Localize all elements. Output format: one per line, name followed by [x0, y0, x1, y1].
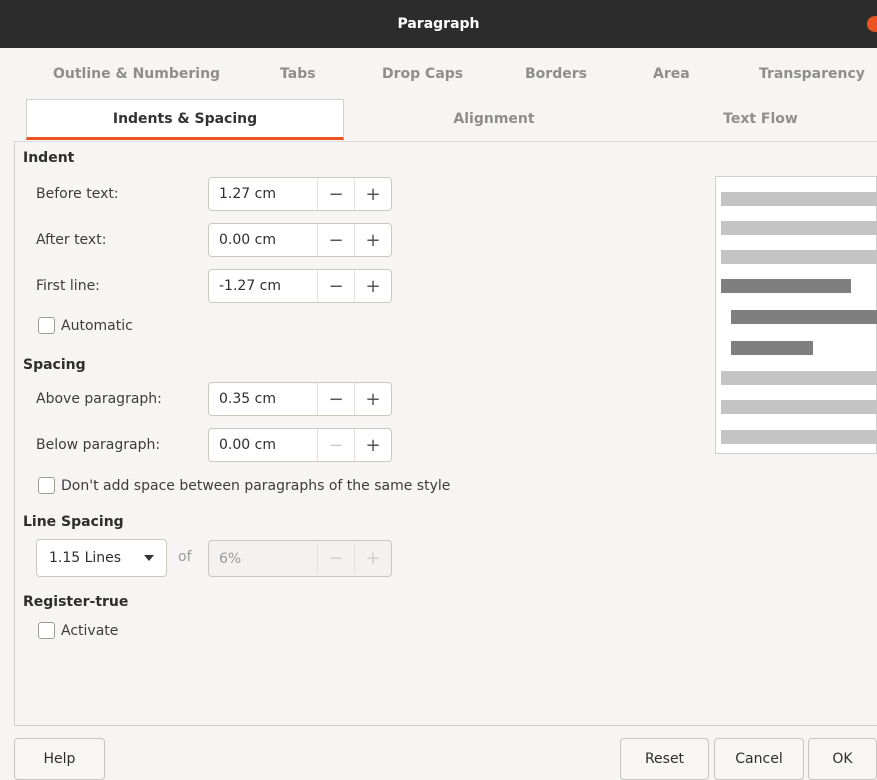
decrement-button[interactable]: − — [317, 383, 354, 415]
tab-drop-caps[interactable]: Drop Caps — [382, 66, 463, 82]
increment-button[interactable]: + — [354, 429, 391, 461]
no-space-label: Don't add space between paragraphs of th… — [61, 477, 451, 494]
before-text-label: Before text: — [36, 186, 119, 202]
spacing-heading: Spacing — [23, 357, 86, 373]
title-bar: Paragraph — [0, 0, 877, 48]
tab-area[interactable]: Area — [653, 66, 690, 82]
above-paragraph-input[interactable]: 0.35 cm — [209, 391, 317, 407]
before-text-input[interactable]: 1.27 cm — [209, 186, 317, 202]
preview-line — [721, 371, 877, 385]
no-space-checkbox[interactable] — [38, 477, 55, 494]
decrement-button[interactable]: − — [317, 224, 354, 256]
increment-button[interactable]: + — [354, 178, 391, 210]
tab-outline-numbering[interactable]: Outline & Numbering — [53, 66, 220, 82]
decrement-button: − — [317, 542, 354, 575]
preview-line — [721, 250, 877, 264]
line-spacing-dropdown[interactable]: 1.15 Lines — [36, 539, 167, 577]
after-text-label: After text: — [36, 232, 107, 248]
decrement-button: − — [317, 429, 354, 461]
tab-tabs[interactable]: Tabs — [280, 66, 316, 82]
preview-line — [731, 310, 877, 324]
above-paragraph-spinner: 0.35 cm − + — [208, 382, 392, 416]
preview-line — [721, 430, 877, 444]
below-paragraph-spinner: 0.00 cm − + — [208, 428, 392, 462]
activate-checkbox-row[interactable]: Activate — [38, 622, 118, 639]
first-line-input[interactable]: -1.27 cm — [209, 278, 317, 294]
increment-button: + — [354, 542, 391, 575]
tab-row-secondary: Indents & Spacing Alignment Text Flow — [14, 99, 877, 141]
automatic-checkbox-row[interactable]: Automatic — [38, 317, 133, 334]
tab-alignment[interactable]: Alignment — [344, 99, 644, 139]
first-line-spinner: -1.27 cm − + — [208, 269, 392, 303]
increment-button[interactable]: + — [354, 383, 391, 415]
preview-line — [721, 192, 877, 206]
decrement-button[interactable]: − — [317, 178, 354, 210]
line-spacing-selected: 1.15 Lines — [49, 550, 122, 566]
automatic-checkbox[interactable] — [38, 317, 55, 334]
of-label: of — [178, 549, 192, 565]
below-paragraph-label: Below paragraph: — [36, 437, 161, 453]
line-spacing-value-spinner: 6% − + — [208, 540, 392, 577]
above-paragraph-label: Above paragraph: — [36, 391, 162, 407]
window-title: Paragraph — [397, 16, 480, 32]
chevron-down-icon — [144, 555, 154, 561]
register-true-heading: Register-true — [23, 594, 129, 610]
below-paragraph-input[interactable]: 0.00 cm — [209, 437, 317, 453]
tab-borders[interactable]: Borders — [525, 66, 587, 82]
preview-line — [731, 341, 813, 355]
preview-line — [721, 221, 877, 235]
reset-button[interactable]: Reset — [620, 738, 709, 780]
decrement-button[interactable]: − — [317, 270, 354, 302]
after-text-input[interactable]: 0.00 cm — [209, 232, 317, 248]
before-text-spinner: 1.27 cm − + — [208, 177, 392, 211]
preview-line — [721, 279, 851, 293]
line-spacing-value-input: 6% — [219, 550, 242, 567]
tab-text-flow[interactable]: Text Flow — [644, 99, 877, 139]
line-spacing-heading: Line Spacing — [23, 514, 124, 530]
no-space-checkbox-row[interactable]: Don't add space between paragraphs of th… — [38, 477, 450, 494]
preview-line — [721, 400, 877, 414]
increment-button[interactable]: + — [354, 224, 391, 256]
tab-indents-spacing[interactable]: Indents & Spacing — [26, 99, 344, 140]
first-line-label: First line: — [36, 278, 100, 294]
ok-button[interactable]: OK — [808, 738, 877, 780]
automatic-label: Automatic — [61, 317, 133, 334]
cancel-button[interactable]: Cancel — [714, 738, 804, 780]
activate-checkbox[interactable] — [38, 622, 55, 639]
activate-label: Activate — [61, 622, 119, 639]
help-button[interactable]: Help — [14, 738, 105, 780]
tab-transparency[interactable]: Transparency — [759, 66, 865, 82]
close-icon[interactable] — [867, 16, 877, 32]
after-text-spinner: 0.00 cm − + — [208, 223, 392, 257]
indent-heading: Indent — [23, 150, 75, 166]
increment-button[interactable]: + — [354, 270, 391, 302]
paragraph-preview — [715, 176, 877, 454]
